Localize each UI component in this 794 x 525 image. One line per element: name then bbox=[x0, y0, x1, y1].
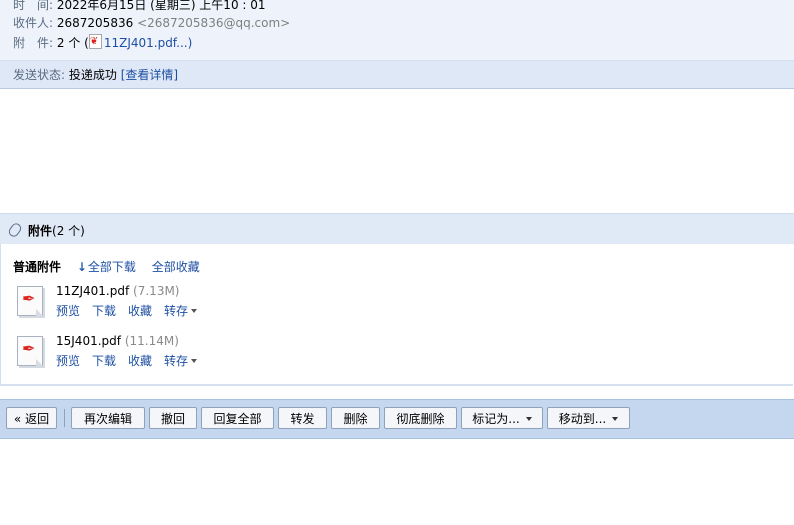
file-name[interactable]: 11ZJ401.pdf bbox=[56, 284, 129, 298]
chevron-down-icon bbox=[525, 417, 532, 421]
preview-link[interactable]: 预览 bbox=[56, 304, 80, 318]
save-link[interactable]: 收藏 bbox=[128, 304, 152, 318]
file-size: (7.13M) bbox=[133, 284, 180, 298]
move-to-label: 移动到... bbox=[558, 412, 607, 426]
attachments-count: 2 个 ( bbox=[56, 36, 89, 50]
category-title: 普通附件 bbox=[13, 260, 62, 274]
file-size: (11.14M) bbox=[124, 334, 179, 348]
download-link[interactable]: 下载 bbox=[92, 354, 116, 368]
download-all-label: 全部下载 bbox=[87, 260, 136, 274]
recall-button[interactable]: 撤回 bbox=[149, 407, 197, 429]
pdf-icon bbox=[88, 33, 102, 51]
toolbar-divider bbox=[64, 409, 65, 427]
attachment-item: ✒ 11ZJ401.pdf (7.13M) 预览 下载 收藏 转存 bbox=[15, 284, 415, 324]
file-actions: 预览 下载 收藏 转存 bbox=[56, 302, 209, 319]
download-link[interactable]: 下载 bbox=[92, 304, 116, 318]
chevron-down-icon bbox=[191, 359, 198, 363]
transfer-label: 转存 bbox=[164, 354, 189, 368]
status-details-link[interactable]: [查看详情] bbox=[121, 68, 178, 82]
time-label: 时 间: bbox=[13, 0, 54, 12]
action-toolbar: « 返回 再次编辑 撤回 回复全部 转发 删除 彻底删除 标记为... 移动到.… bbox=[0, 399, 794, 439]
transfer-label: 转存 bbox=[164, 304, 189, 318]
attachments-body: 普通附件 ↓全部下载 全部收藏 ✒ 11ZJ401.pdf (7.13M) 预览… bbox=[0, 244, 793, 386]
attachments-row: 附 件: 2 个 ( 11ZJ401.pdf...) bbox=[13, 33, 193, 52]
attachments-title: 附件(2 个) bbox=[28, 222, 85, 239]
pdf-icon[interactable]: ✒ bbox=[17, 336, 43, 366]
recipient-email: <2687205836@qq.com> bbox=[137, 16, 291, 30]
time-row: 时 间: 2022年6月15日 (星期三) 上午10 : 01 bbox=[13, 0, 266, 14]
file-name[interactable]: 15J401.pdf bbox=[56, 334, 121, 348]
chevron-down-icon bbox=[191, 309, 198, 313]
reedit-button[interactable]: 再次编辑 bbox=[71, 407, 145, 429]
send-status-bar: 发送状态: 投递成功 [查看详情] bbox=[0, 60, 794, 89]
attachments-header: 附件(2 个) bbox=[0, 213, 794, 245]
reply-all-button[interactable]: 回复全部 bbox=[201, 407, 274, 429]
delete-button[interactable]: 删除 bbox=[331, 407, 380, 429]
download-icon: ↓ bbox=[76, 260, 87, 274]
file-actions: 预览 下载 收藏 转存 bbox=[56, 352, 209, 369]
save-link[interactable]: 收藏 bbox=[128, 354, 152, 368]
transfer-dropdown[interactable]: 转存 bbox=[164, 304, 198, 318]
attachments-title-text: 附件 bbox=[28, 224, 53, 238]
attachment-category-row: 普通附件 ↓全部下载 全部收藏 bbox=[13, 258, 200, 275]
attachments-label: 附 件: bbox=[13, 36, 54, 50]
preview-link[interactable]: 预览 bbox=[56, 354, 80, 368]
attachment-file-link[interactable]: 11ZJ401.pdf... bbox=[104, 36, 188, 50]
save-all-link[interactable]: 全部收藏 bbox=[152, 260, 200, 274]
transfer-dropdown[interactable]: 转存 bbox=[164, 354, 198, 368]
mark-as-label: 标记为... bbox=[472, 412, 520, 426]
file-name-line: 11ZJ401.pdf (7.13M) bbox=[56, 284, 179, 298]
delete-permanent-button[interactable]: 彻底删除 bbox=[384, 407, 457, 429]
status-value: 投递成功 bbox=[68, 68, 117, 82]
chevron-down-icon bbox=[612, 417, 619, 421]
pdf-icon[interactable]: ✒ bbox=[17, 286, 43, 316]
time-value: 2022年6月15日 (星期三) 上午10 : 01 bbox=[56, 0, 266, 12]
attachment-item: ✒ 15J401.pdf (11.14M) 预览 下载 收藏 转存 bbox=[15, 334, 415, 374]
recipient-row: 收件人: 2687205836 <2687205836@qq.com> bbox=[13, 14, 290, 32]
forward-button[interactable]: 转发 bbox=[278, 407, 327, 429]
download-all-link[interactable]: ↓全部下载 bbox=[77, 260, 136, 274]
attachments-close-paren: ) bbox=[187, 36, 193, 50]
back-button[interactable]: « 返回 bbox=[6, 407, 57, 429]
file-name-line: 15J401.pdf (11.14M) bbox=[56, 334, 179, 348]
status-row: 发送状态: 投递成功 [查看详情] bbox=[13, 66, 178, 84]
recipient-label: 收件人: bbox=[13, 16, 54, 30]
move-to-button[interactable]: 移动到... bbox=[547, 407, 630, 429]
mark-as-button[interactable]: 标记为... bbox=[461, 407, 543, 429]
status-label: 发送状态: bbox=[13, 68, 66, 82]
mail-header: 时 间: 2022年6月15日 (星期三) 上午10 : 01 收件人: 268… bbox=[0, 0, 794, 89]
paperclip-icon bbox=[6, 221, 24, 239]
attachments-title-count: (2 个) bbox=[52, 224, 85, 238]
recipient-name[interactable]: 2687205836 bbox=[57, 16, 133, 30]
